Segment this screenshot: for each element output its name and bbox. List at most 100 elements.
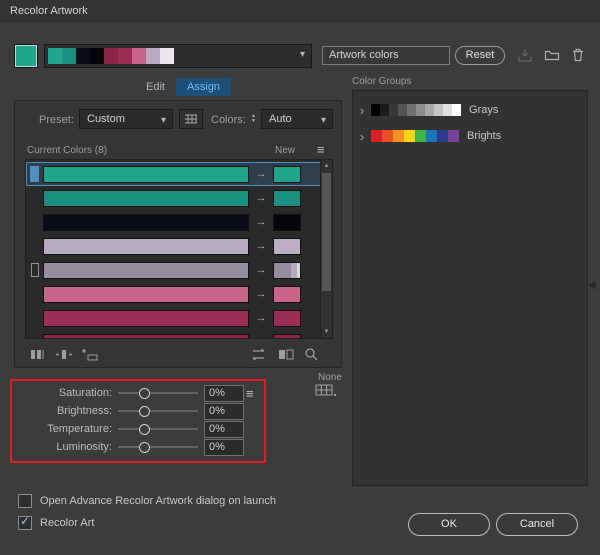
- color-group-grays[interactable]: › Grays: [353, 97, 587, 123]
- color-chip: [104, 48, 118, 64]
- color-chip: [132, 48, 146, 64]
- color-chip: [118, 48, 132, 64]
- merge-colors-icon[interactable]: [29, 347, 47, 363]
- preset-dropdown[interactable]: Custom ▾: [79, 109, 173, 129]
- color-row[interactable]: →: [26, 282, 322, 306]
- color-row[interactable]: →: [26, 330, 322, 338]
- color-row[interactable]: →: [26, 306, 322, 330]
- color-chip: [415, 130, 426, 142]
- split-handle[interactable]: [297, 262, 300, 278]
- none-swatch-icon[interactable]: [315, 383, 337, 399]
- scroll-up-icon[interactable]: ▲: [321, 160, 332, 172]
- title-bar[interactable]: Recolor Artwork: [0, 0, 600, 22]
- checkbox[interactable]: ✓: [18, 494, 32, 508]
- new-color-main: [274, 238, 300, 254]
- current-color-bar[interactable]: [43, 165, 249, 183]
- random-change-order-icon[interactable]: [251, 347, 269, 363]
- color-chip: [393, 130, 404, 142]
- sliders-menu-icon[interactable]: ≡: [246, 386, 254, 401]
- color-chip: [146, 48, 160, 64]
- color-row[interactable]: →: [26, 234, 322, 258]
- slider-thumb[interactable]: [139, 424, 150, 435]
- color-row[interactable]: →: [26, 210, 322, 234]
- current-color-bar[interactable]: [43, 309, 249, 327]
- checkbox[interactable]: ✓: [18, 514, 32, 530]
- colors-dropdown[interactable]: Auto ▾: [261, 109, 333, 129]
- scroll-down-icon[interactable]: ▼: [321, 326, 332, 338]
- current-color-bar[interactable]: [43, 237, 249, 255]
- new-color-main: [274, 262, 291, 278]
- current-colors-list: → → → → → → → ▲ ▼: [25, 159, 333, 339]
- slider-thumb[interactable]: [139, 406, 150, 417]
- colors-stepper[interactable]: ▲ ▼: [247, 109, 260, 129]
- artwork-colors-input[interactable]: Artwork colors: [322, 46, 450, 65]
- color-chip: [404, 130, 415, 142]
- cancel-button[interactable]: Cancel: [496, 513, 578, 536]
- new-color-swatch[interactable]: [273, 261, 301, 279]
- color-chip: [452, 104, 461, 116]
- new-color-swatch[interactable]: [273, 237, 301, 255]
- slider-thumb[interactable]: [139, 388, 150, 399]
- brightness-slider[interactable]: [118, 404, 198, 418]
- luminosity-value[interactable]: 0%: [204, 438, 244, 456]
- temperature-slider[interactable]: [118, 422, 198, 436]
- dialog-title: Recolor Artwork: [10, 5, 88, 17]
- slider-thumb[interactable]: [139, 442, 150, 453]
- folder-icon[interactable]: [544, 47, 562, 65]
- color-chip: [90, 48, 104, 64]
- new-color-swatch[interactable]: [273, 309, 301, 327]
- color-chip: [62, 48, 76, 64]
- color-chip: [443, 104, 452, 116]
- assign-panel: Preset: Custom ▾ Colors: ▲ ▼ Auto ▾ Curr…: [14, 100, 342, 368]
- save-group-icon[interactable]: [517, 47, 535, 65]
- scrollbar[interactable]: ▲ ▼: [320, 160, 332, 338]
- collapse-panel-icon[interactable]: ◀: [588, 280, 596, 291]
- brightness-value[interactable]: 0%: [204, 402, 244, 420]
- new-color-swatch[interactable]: [273, 213, 301, 231]
- row-handle: [30, 190, 39, 206]
- current-color-bar[interactable]: [43, 285, 249, 303]
- saturation-slider[interactable]: [118, 386, 198, 400]
- scroll-thumb[interactable]: [322, 173, 331, 291]
- recolor-art-checkbox-row[interactable]: ✓ Recolor Art: [18, 514, 94, 530]
- arrow-icon: →: [255, 216, 267, 228]
- list-menu-icon[interactable]: ≡: [317, 142, 325, 157]
- current-color-bar[interactable]: [43, 261, 249, 279]
- new-color-swatch[interactable]: [273, 165, 301, 183]
- find-color-icon[interactable]: [303, 347, 321, 363]
- saturation-value[interactable]: 0%: [204, 384, 244, 402]
- tab-assign[interactable]: Assign: [176, 78, 232, 96]
- tab-edit[interactable]: Edit: [146, 81, 165, 93]
- launch-dialog-label: Open Advance Recolor Artwork dialog on l…: [40, 495, 277, 507]
- color-group-brights[interactable]: › Brights: [353, 123, 587, 149]
- separate-colors-icon[interactable]: [55, 347, 73, 363]
- temperature-row: Temperature: 0%: [14, 420, 256, 438]
- new-color-swatch[interactable]: [273, 285, 301, 303]
- chevron-right-icon[interactable]: ›: [353, 129, 371, 144]
- new-column-header: New: [275, 145, 296, 156]
- new-color-row-icon[interactable]: [81, 347, 99, 363]
- random-change-saturation-icon[interactable]: [277, 347, 295, 363]
- arrow-icon: →: [255, 312, 267, 324]
- chevron-right-icon[interactable]: ›: [353, 103, 371, 118]
- launch-dialog-checkbox-row[interactable]: ✓ Open Advance Recolor Artwork dialog on…: [18, 494, 276, 508]
- current-color-bar[interactable]: [43, 213, 249, 231]
- color-chip: [416, 104, 425, 116]
- new-color-swatch[interactable]: [273, 333, 301, 338]
- reset-button[interactable]: Reset: [455, 46, 505, 65]
- color-row[interactable]: →: [26, 162, 322, 186]
- current-color-bar[interactable]: [43, 189, 249, 207]
- color-row[interactable]: →: [26, 186, 322, 210]
- trash-icon[interactable]: [570, 47, 588, 65]
- luminosity-slider[interactable]: [118, 440, 198, 454]
- artwork-colors-dropdown[interactable]: ▾: [44, 44, 312, 68]
- colors-label: Colors:: [211, 114, 246, 126]
- color-reduction-options-button[interactable]: [179, 109, 203, 129]
- temperature-value[interactable]: 0%: [204, 420, 244, 438]
- ok-button[interactable]: OK: [408, 513, 490, 536]
- preset-label: Preset:: [39, 114, 74, 126]
- new-color-swatch[interactable]: [273, 189, 301, 207]
- palette-strip: [48, 48, 174, 64]
- color-row[interactable]: →: [26, 258, 322, 282]
- current-color-bar[interactable]: [43, 333, 249, 338]
